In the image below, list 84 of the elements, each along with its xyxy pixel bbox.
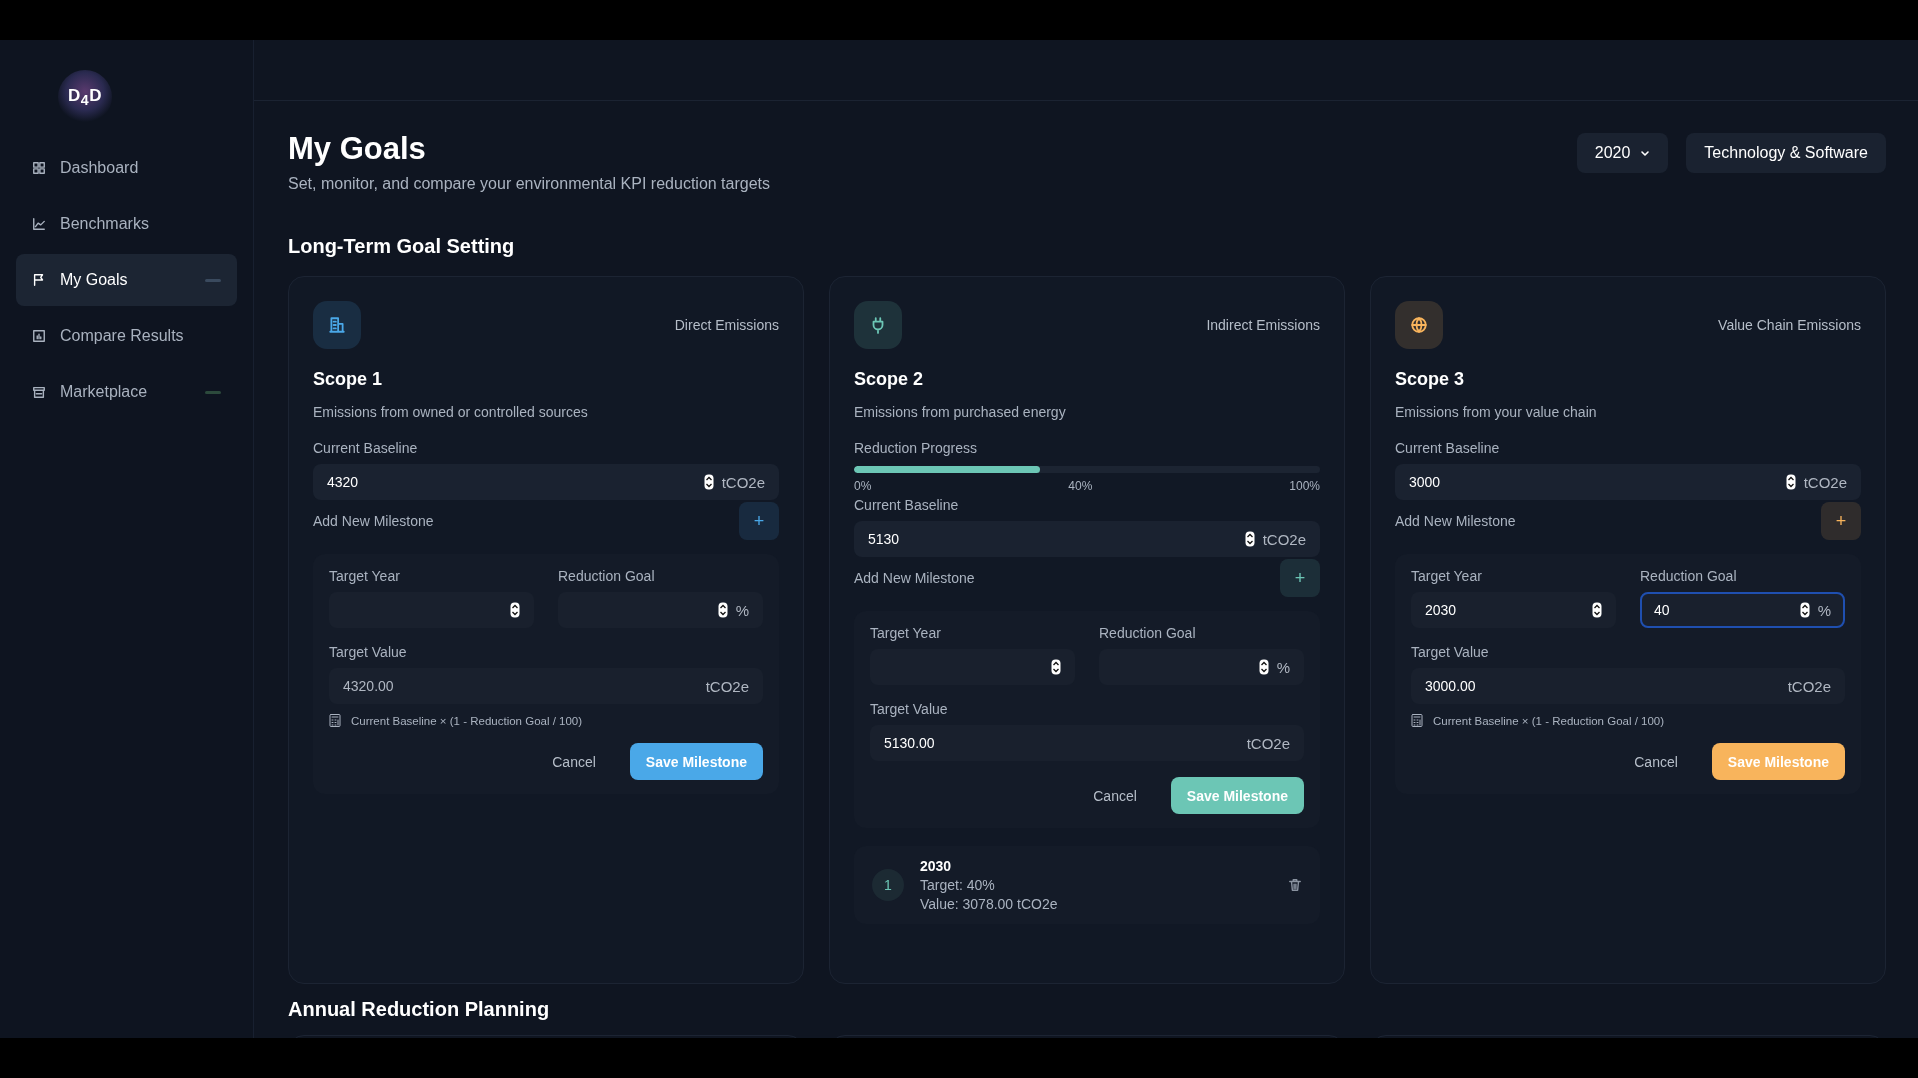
spinner-icon[interactable]	[703, 474, 714, 490]
add-milestone-button[interactable]: +	[1821, 502, 1861, 540]
scope-description: Emissions from purchased energy	[854, 404, 1067, 420]
chevron-down-icon	[1640, 148, 1651, 158]
progress-label: Reduction Progress	[854, 440, 978, 456]
globe-icon	[1410, 316, 1428, 334]
field-label: Reduction Goal	[1640, 568, 1738, 584]
page-subtitle: Set, monitor, and compare your environmental KPI reduction targets	[288, 175, 772, 193]
milestone-value: Value: 3078.00 tCO2e	[920, 896, 1059, 912]
scope-title: Scope 2	[854, 369, 925, 390]
field-label: Reduction Goal	[1099, 625, 1197, 641]
formula-text: Current Baseline × (1 - Reduction Goal / 100)	[351, 714, 583, 727]
scope-category: Indirect Emissions	[1206, 317, 1320, 333]
scope-description: Emissions from your value chain	[1395, 404, 1598, 420]
spinner-icon[interactable]	[1785, 474, 1796, 490]
add-milestone-label: Add New Milestone	[313, 513, 434, 529]
line-chart-icon	[32, 217, 46, 231]
field-label: Target Value	[1411, 644, 1490, 660]
spinner-icon[interactable]	[1592, 602, 1602, 618]
store-icon	[32, 385, 46, 399]
baseline-label: Current Baseline	[313, 440, 419, 456]
cancel-button[interactable]: Cancel	[1628, 752, 1684, 771]
field-label: Target Year	[329, 568, 401, 584]
nav-item[interactable]: Marketplace	[16, 366, 237, 418]
baseline-field[interactable]: 3000 tCO2e	[1395, 464, 1861, 500]
field-label: Target Year	[870, 625, 942, 641]
target-value-field: 3000.00 tCO2e	[1411, 668, 1845, 704]
cancel-button[interactable]: Cancel	[546, 752, 602, 771]
year-select[interactable]: 2020	[1576, 133, 1669, 173]
scope-category: Direct Emissions	[674, 317, 779, 333]
reduction-goal-field[interactable]: %	[1099, 649, 1304, 685]
calculator-icon	[1411, 714, 1423, 727]
spinner-icon[interactable]	[1258, 659, 1269, 675]
spinner-icon[interactable]	[1799, 602, 1810, 618]
target-value-field: 4320.00 tCO2e	[329, 668, 763, 704]
add-milestone-button[interactable]: +	[739, 502, 779, 540]
reduction-goal-field[interactable]: %	[558, 592, 763, 628]
baseline-label: Current Baseline	[854, 497, 960, 513]
page-title: My Goals	[288, 131, 427, 167]
calculator-icon	[329, 714, 341, 727]
milestone-target: Target: 40%	[920, 877, 996, 893]
add-milestone-button[interactable]: +	[1280, 559, 1320, 597]
milestone-year: 2030	[920, 858, 953, 874]
field-label: Target Value	[870, 701, 949, 717]
scope-description: Emissions from owned or controlled sources	[313, 404, 589, 420]
nav-item[interactable]: Compare Results	[16, 310, 237, 362]
bar-chart-icon	[32, 329, 46, 343]
logo[interactable]: D$_{4}$D	[58, 70, 112, 124]
section-title: Long-Term Goal Setting	[288, 235, 516, 258]
scope-title: Scope 1	[313, 369, 384, 390]
flag-icon	[32, 273, 46, 287]
add-milestone-label: Add New Milestone	[854, 570, 975, 586]
spinner-icon[interactable]	[1244, 531, 1255, 547]
baseline-field[interactable]: 5130 tCO2e	[854, 521, 1320, 557]
section-title: Annual Reduction Planning	[288, 998, 551, 1021]
nav-item[interactable]: Dashboard	[16, 142, 237, 194]
industry-select[interactable]: Technology & Software	[1686, 133, 1886, 173]
progress-tick: 100%	[1289, 479, 1320, 493]
reduction-goal-field[interactable]: 40 %	[1640, 592, 1845, 628]
cancel-button[interactable]: Cancel	[1087, 786, 1143, 805]
target-value-field: 5130.00 tCO2e	[870, 725, 1304, 761]
add-milestone-label: Add New Milestone	[1395, 513, 1516, 529]
formula-text: Current Baseline × (1 - Reduction Goal / 100)	[1433, 714, 1665, 727]
scope-category: Value Chain Emissions	[1718, 317, 1861, 333]
spinner-icon[interactable]	[1051, 659, 1061, 675]
grid-icon	[32, 161, 46, 175]
field-label: Target Year	[1411, 568, 1483, 584]
scope-title: Scope 3	[1395, 369, 1466, 390]
progress-tick: 40%	[1068, 479, 1093, 493]
field-label: Target Value	[329, 644, 408, 660]
building-icon	[328, 316, 346, 334]
target-year-field[interactable]	[329, 592, 534, 628]
baseline-field[interactable]: 4320 tCO2e	[313, 464, 779, 500]
trash-icon[interactable]	[1288, 878, 1302, 892]
spinner-icon[interactable]	[717, 602, 728, 618]
nav-item[interactable]: My Goals	[16, 254, 237, 306]
spinner-icon[interactable]	[510, 602, 520, 618]
field-label: Reduction Goal	[558, 568, 656, 584]
nav-item[interactable]: Benchmarks	[16, 198, 237, 250]
milestone-number: 1	[872, 869, 904, 901]
baseline-label: Current Baseline	[1395, 440, 1501, 456]
target-year-field[interactable]	[870, 649, 1075, 685]
target-year-field[interactable]: 2030	[1411, 592, 1616, 628]
progress-tick: 0%	[854, 479, 872, 493]
